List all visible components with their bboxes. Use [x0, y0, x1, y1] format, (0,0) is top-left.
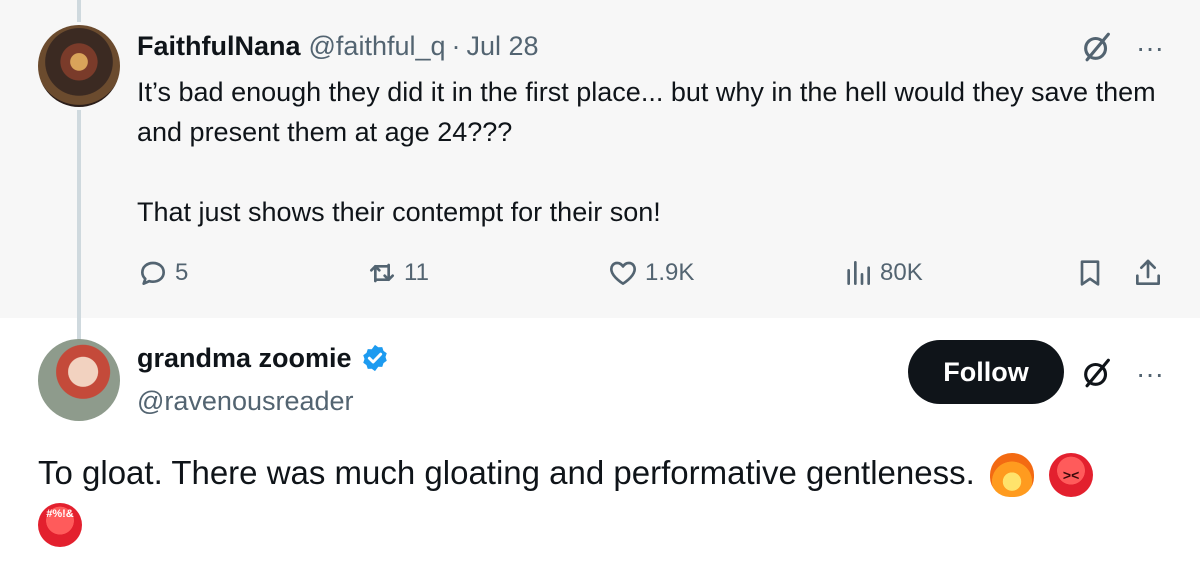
- tweet-date[interactable]: Jul 28: [467, 31, 539, 62]
- repost-button[interactable]: 11: [366, 252, 429, 294]
- cursing-symbols: #%!&: [46, 508, 74, 520]
- author-name[interactable]: FaithfulNana: [137, 31, 301, 62]
- verified-badge-icon: [362, 344, 387, 372]
- more-options-icon[interactable]: ···: [1132, 360, 1168, 388]
- cursing-face-emoji-icon: #%!&: [38, 503, 82, 547]
- fire-emoji-icon: [989, 453, 1034, 498]
- share-icon: [1136, 259, 1160, 285]
- views-chart-icon: [847, 261, 870, 285]
- more-options-icon[interactable]: ···: [1132, 34, 1168, 62]
- tweet-text-paragraph-1: It’s bad enough they did it in the first…: [137, 77, 1156, 147]
- angry-face-emoji-icon: ><: [1049, 453, 1094, 498]
- grok-icon[interactable]: [1080, 30, 1114, 64]
- tweet-header: FaithfulNana @faithful_q · Jul 28: [137, 28, 539, 64]
- reply-author-name[interactable]: grandma zoomie: [137, 343, 352, 374]
- like-button[interactable]: 1.9K: [607, 252, 694, 294]
- author-handle[interactable]: @faithful_q: [309, 31, 446, 62]
- bookmark-icon: [1080, 260, 1100, 286]
- reply-button[interactable]: 5: [137, 252, 188, 294]
- parent-tweet[interactable]: FaithfulNana @faithful_q · Jul 28 ··· It…: [0, 0, 1200, 318]
- like-count: 1.9K: [645, 259, 695, 286]
- bookmark-button[interactable]: [1074, 252, 1112, 294]
- reply-icon: [141, 261, 165, 285]
- reply-tweet-text: To gloat. There was much gloating and pe…: [38, 447, 1168, 547]
- separator-dot: ·: [451, 30, 461, 61]
- thread-line-middle: [77, 110, 81, 318]
- tweet-text-paragraph-2: That just shows their contempt for their…: [137, 197, 661, 227]
- heart-icon: [610, 261, 636, 285]
- share-button[interactable]: [1132, 252, 1170, 294]
- avatar-faithfulnana[interactable]: [38, 25, 120, 107]
- reply-author-row: grandma zoomie: [137, 340, 390, 376]
- reply-author-handle[interactable]: @ravenousreader: [137, 386, 390, 417]
- reply-text-content: To gloat. There was much gloating and pe…: [38, 454, 975, 491]
- views-count: 80K: [880, 259, 923, 286]
- reply-author-block: grandma zoomie @ravenousreader: [137, 340, 390, 417]
- repost-icon: [370, 263, 394, 283]
- avatar-grandma-zoomie[interactable]: [38, 339, 120, 421]
- reply-count: 5: [175, 259, 189, 286]
- follow-button[interactable]: Follow: [908, 340, 1064, 404]
- tweet-text: It’s bad enough they did it in the first…: [137, 72, 1177, 232]
- grok-icon[interactable]: [1080, 356, 1114, 390]
- tweet-actions: 5 11 1.9K 80K: [137, 252, 1177, 294]
- thread-line-top: [77, 0, 81, 22]
- repost-count: 11: [404, 259, 429, 286]
- views-button[interactable]: 80K: [842, 252, 923, 294]
